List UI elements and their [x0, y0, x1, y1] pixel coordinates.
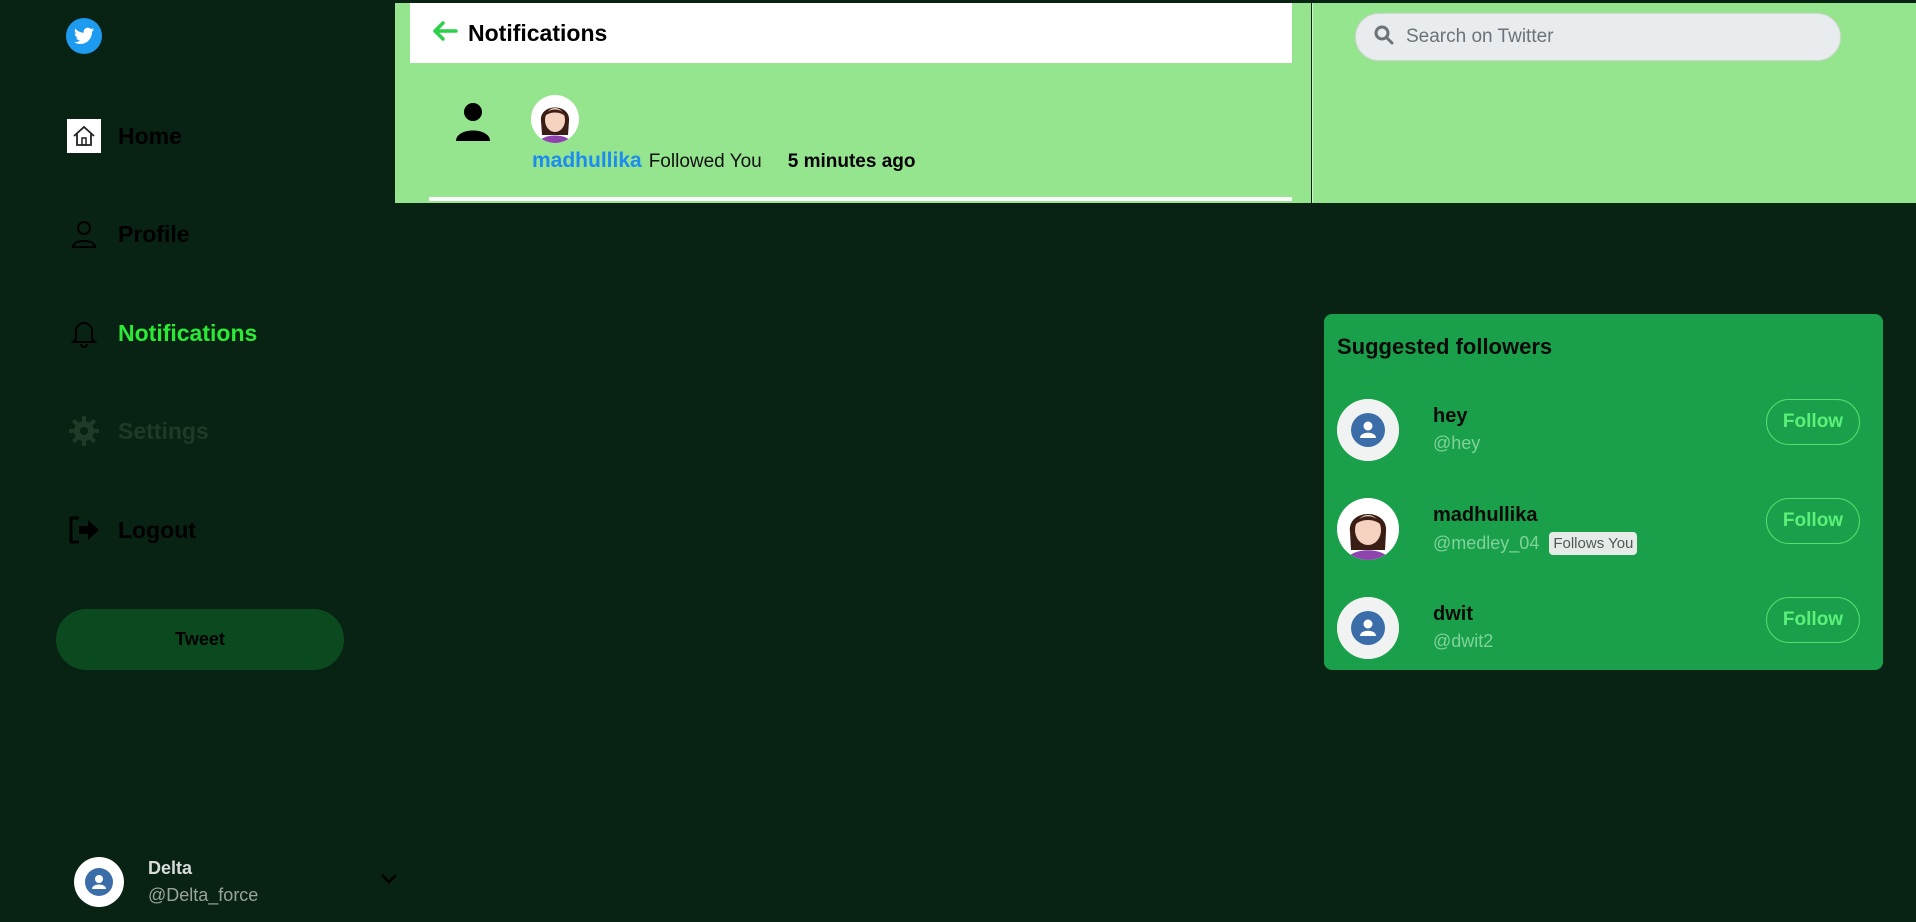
notification-action: Followed You	[648, 151, 762, 172]
sidebar-item-profile[interactable]: Profile	[66, 214, 190, 254]
bell-icon	[66, 315, 102, 351]
card-title: Suggested followers	[1337, 334, 1553, 359]
home-icon	[66, 118, 102, 154]
sidebar-item-label: Logout	[118, 516, 196, 543]
gear-icon	[66, 413, 102, 449]
list-item: madhullika @medley_04 Follows You Follow	[1337, 498, 1877, 562]
user-icon	[66, 216, 102, 252]
notification-item: madhullika Followed You 5 minutes ago	[532, 149, 916, 173]
suggested-user-handle: @hey	[1433, 433, 1481, 453]
follow-button[interactable]: Follow	[1766, 597, 1860, 643]
sidebar-item-notifications[interactable]: Notifications	[66, 313, 257, 353]
back-arrow-icon[interactable]	[432, 20, 458, 47]
account-handle: @Delta_force	[148, 885, 259, 905]
search-icon	[1374, 25, 1394, 50]
avatar[interactable]	[1337, 498, 1399, 560]
account-name: Delta	[148, 858, 193, 878]
avatar[interactable]	[531, 95, 579, 143]
suggested-user-handle: @dwit2	[1433, 631, 1494, 651]
sidebar-item-label: Settings	[118, 417, 209, 444]
logout-icon	[66, 512, 102, 548]
suggested-user-name[interactable]: dwit	[1433, 603, 1473, 626]
sidebar-item-label: Profile	[118, 220, 190, 247]
sidebar-item-settings[interactable]: Settings	[66, 411, 209, 451]
sidebar-item-label: Notifications	[118, 319, 258, 346]
chevron-down-icon[interactable]	[380, 872, 398, 890]
suggested-user-name[interactable]: hey	[1433, 405, 1467, 428]
suggested-user-handle: @medley_04	[1433, 533, 1540, 553]
person-icon	[454, 101, 492, 148]
suggested-user-name[interactable]: madhullika	[1433, 504, 1537, 527]
search-input[interactable]	[1406, 26, 1806, 48]
tweet-button[interactable]: Tweet	[56, 609, 344, 670]
twitter-logo-icon[interactable]	[66, 18, 102, 54]
avatar[interactable]	[1337, 597, 1399, 659]
account-switcher[interactable]: Delta @Delta_force	[74, 852, 404, 912]
sidebar-item-home[interactable]: Home	[66, 116, 182, 156]
follows-you-badge: Follows You	[1549, 532, 1638, 555]
notification-time: 5 minutes ago	[787, 151, 916, 172]
follow-button[interactable]: Follow	[1766, 498, 1860, 544]
sidebar-item-logout[interactable]: Logout	[66, 510, 196, 550]
suggested-followers-card: Suggested followers hey @hey Follow madh…	[1324, 314, 1883, 670]
list-item: hey @hey Follow	[1337, 399, 1877, 463]
page-header: Notifications	[410, 3, 1292, 63]
avatar[interactable]	[1337, 399, 1399, 461]
list-item: dwit @dwit2 Follow	[1337, 597, 1877, 661]
notification-user-link[interactable]: madhullika	[532, 149, 642, 173]
avatar	[74, 857, 124, 907]
divider	[429, 197, 1292, 201]
sidebar-item-label: Home	[118, 122, 182, 149]
sidebar: Home Profile Notifications Settings Logo…	[0, 0, 397, 922]
page-title: Notifications	[468, 19, 608, 46]
search-bar[interactable]	[1355, 13, 1841, 61]
follow-button[interactable]: Follow	[1766, 399, 1860, 445]
